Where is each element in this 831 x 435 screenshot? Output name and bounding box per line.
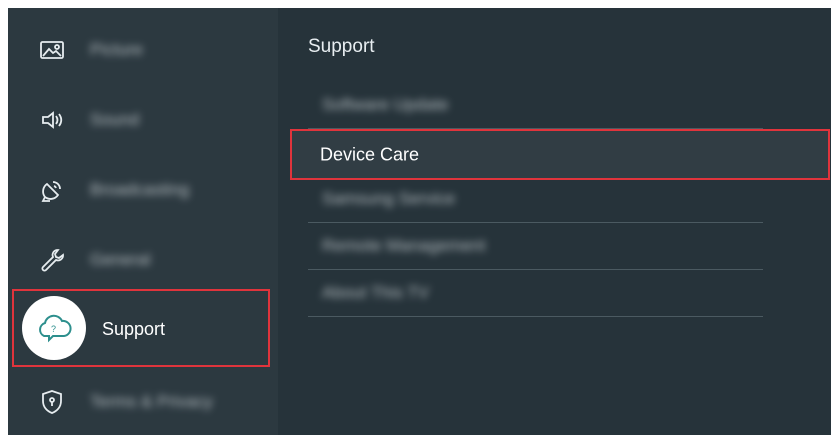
sidebar-item-label: Support — [102, 319, 166, 339]
shield-icon — [30, 380, 74, 424]
settings-sidebar: Picture Sound Broadcasting General ? Sup… — [8, 8, 278, 435]
wrench-icon — [30, 238, 74, 282]
submenu-item-software-update[interactable]: Software Update — [308, 82, 763, 129]
submenu-item-remote-management[interactable]: Remote Management — [308, 223, 763, 270]
submenu-item-label: Device Care — [320, 144, 420, 164]
sidebar-item-label: Broadcasting — [90, 180, 190, 199]
sidebar-item-label: Terms & Privacy — [90, 392, 213, 411]
submenu-item-label: Remote Management — [322, 236, 486, 255]
submenu-item-label: Samsung Service — [322, 189, 456, 208]
submenu-item-label: Software Update — [322, 95, 449, 114]
picture-icon — [30, 28, 74, 72]
tv-settings-screen: Picture Sound Broadcasting General ? Sup… — [8, 8, 831, 435]
sidebar-item-sound[interactable]: Sound — [8, 90, 278, 150]
sidebar-item-support[interactable]: ? Support — [12, 289, 270, 367]
svg-text:?: ? — [51, 324, 56, 334]
sound-icon — [30, 98, 74, 142]
sidebar-item-label: General — [90, 250, 151, 269]
submenu-item-about-this-tv[interactable]: About This TV — [308, 270, 763, 317]
support-cloud-icon: ? — [22, 296, 86, 360]
sidebar-item-label: Picture — [90, 40, 143, 59]
broadcasting-icon — [30, 168, 74, 212]
submenu-item-label: About This TV — [322, 283, 430, 302]
panel-title: Support — [308, 36, 375, 57]
sidebar-item-terms-privacy[interactable]: Terms & Privacy — [8, 372, 278, 432]
sidebar-item-picture[interactable]: Picture — [8, 20, 278, 80]
sidebar-item-label: Sound — [90, 110, 140, 129]
sidebar-item-general[interactable]: General — [8, 230, 278, 290]
submenu-item-samsung-service[interactable]: Samsung Service — [308, 176, 763, 223]
sidebar-item-broadcasting[interactable]: Broadcasting — [8, 160, 278, 220]
submenu-item-device-care[interactable]: Device Care — [290, 129, 830, 180]
